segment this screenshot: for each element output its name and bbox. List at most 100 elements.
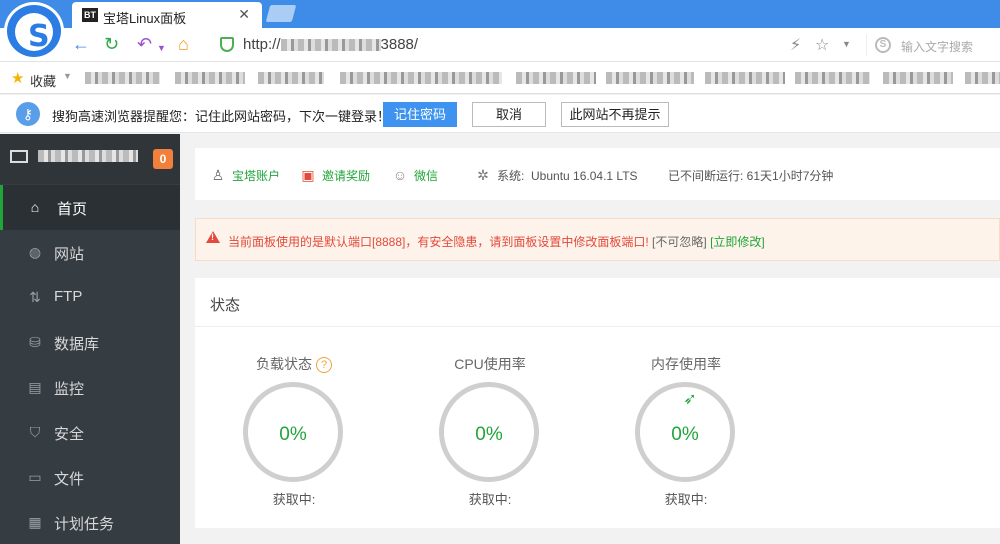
bookmark-item[interactable] [606, 72, 694, 84]
cancel-button[interactable]: 取消 [472, 102, 546, 127]
password-prompt-bar: ⚷ 搜狗高速浏览器提醒您：记住此网站密码，下次一键登录！ 记住密码 取消 此网站… [0, 95, 1000, 133]
url-field[interactable]: http:// 3888/ [243, 36, 418, 53]
monitor-icon: ▤ [28, 379, 42, 395]
info-bar: ♙ 宝塔账户 ▣ 邀请奖励 ☺ 微信 ✲ 系统: Ubuntu 16.04.1 LTS … [195, 148, 1000, 200]
bookmarks-label[interactable]: 收藏 [30, 71, 56, 90]
invite-link[interactable]: ▣ 邀请奖励 [300, 167, 370, 184]
sidebar-item-label: 网站 [54, 246, 85, 263]
port-warning-banner: ! 当前面板使用的是默认端口[8888]，有安全隐患，请到面板设置中修改面板端口… [195, 218, 1000, 261]
new-tab-button[interactable] [265, 5, 297, 22]
tab-title: 宝塔Linux面板 [103, 11, 187, 26]
home-icon[interactable]: ⌂ [178, 34, 189, 54]
bookmarks-bar: ★ 收藏 ▼ [0, 62, 1000, 94]
sidebar-item-monitor[interactable]: ▤ 监控 [0, 365, 180, 410]
sogou-browser-logo[interactable]: S [4, 2, 64, 60]
bookmark-item[interactable] [175, 72, 245, 84]
sidebar: 0 ⌂ 首页 ◍ 网站 ⇅ FTP ⛁ 数据库 ▤ 监控 ⛉ 安全 ▭ 文件 ▦… [0, 134, 180, 544]
gauge-value: 0% [475, 424, 503, 445]
bookmark-item[interactable] [965, 72, 1000, 84]
ftp-icon: ⇅ [29, 289, 41, 305]
sogou-search-icon: S [875, 37, 891, 53]
status-panel: 状态 负载状态? 0% 获取中: CPU使用率 0% 获取中: 内存使用率 ➶ … [195, 278, 1000, 528]
key-icon: ⚷ [16, 102, 40, 126]
sidebar-item-security[interactable]: ⛉ 安全 [0, 410, 180, 455]
warning-message: 当前面板使用的是默认端口[8888]，有安全隐患，请到面板设置中修改面板端口! … [228, 233, 765, 250]
sidebar-item-database[interactable]: ⛁ 数据库 [0, 320, 180, 365]
load-gauge: 负载状态? 0% 获取中: [224, 338, 364, 508]
lightning-icon[interactable]: ⚡ [790, 35, 801, 55]
sidebar-item-home[interactable]: ⌂ 首页 [0, 185, 180, 230]
gauge-value: 0% [671, 424, 699, 445]
favorite-star-icon[interactable]: ☆ [815, 35, 829, 55]
fix-port-link[interactable]: [立即修改] [710, 235, 765, 249]
bookmark-item[interactable] [340, 72, 502, 84]
gauge-value: 0% [279, 424, 307, 445]
search-placeholder: 输入文字搜索 [901, 40, 974, 54]
bookmark-item[interactable] [258, 72, 324, 84]
url-host-redacted [280, 39, 381, 52]
bookmark-item[interactable] [516, 72, 596, 84]
sidebar-item-label: 文件 [54, 471, 85, 488]
gauge-title: 负载状态? [224, 354, 364, 374]
gauge-ring[interactable]: 0% [243, 382, 343, 482]
cpu-gauge: CPU使用率 0% 获取中: [420, 338, 560, 508]
gauge-title: CPU使用率 [454, 356, 526, 372]
never-prompt-button[interactable]: 此网站不再提示 [561, 102, 669, 127]
shield-icon: ⛉ [29, 424, 41, 440]
sidebar-item-label: 监控 [54, 381, 85, 398]
bookmark-star-icon: ★ [11, 70, 25, 87]
sidebar-item-website[interactable]: ◍ 网站 [0, 230, 180, 275]
warning-ignore-tag: [不可忽略] [652, 235, 707, 249]
system-info: ✲ 系统: Ubuntu 16.04.1 LTS [475, 167, 637, 184]
browser-tab[interactable]: BT 宝塔Linux面板 ✕ [72, 2, 262, 28]
gauge-title: 内存使用率 [651, 356, 721, 372]
bookmark-item[interactable] [85, 72, 160, 84]
status-title: 状态 [210, 297, 241, 314]
gauge-status: 获取中: [664, 492, 708, 507]
gauge-status: 获取中: [468, 492, 512, 507]
wechat-link[interactable]: ☺ 微信 [392, 167, 438, 184]
rocket-icon[interactable]: ➶ [680, 390, 700, 410]
divider [195, 326, 1000, 327]
gauge-ring[interactable]: 0% [439, 382, 539, 482]
sidebar-item-label: 数据库 [54, 336, 100, 353]
warning-text: 当前面板使用的是默认端口[8888]，有安全隐患，请到面板设置中修改面板端口! [228, 235, 649, 249]
gauge-status: 获取中: [272, 492, 316, 507]
calendar-icon: ▦ [28, 514, 42, 530]
wechat-icon: ☺ [392, 167, 408, 183]
bookmark-item[interactable] [705, 72, 785, 84]
sidebar-header: 0 [0, 134, 180, 184]
uptime: 已不间断运行: 61天1小时7分钟 [668, 169, 834, 183]
main-content: ♙ 宝塔账户 ▣ 邀请奖励 ☺ 微信 ✲ 系统: Ubuntu 16.04.1 LTS … [180, 134, 1000, 544]
home-icon: ⌂ [30, 199, 40, 215]
server-monitor-icon [10, 150, 28, 163]
sidebar-item-ftp[interactable]: ⇅ FTP [0, 275, 180, 320]
bookmark-item[interactable] [883, 72, 953, 84]
remember-password-button[interactable]: 记住密码 [383, 102, 457, 127]
notification-badge[interactable]: 0 [153, 149, 173, 169]
refresh-icon[interactable]: ↻ [104, 34, 119, 54]
help-icon[interactable]: ? [316, 357, 332, 374]
database-icon: ⛁ [29, 334, 41, 350]
sidebar-item-label: 首页 [57, 201, 88, 218]
undo-dropdown-icon[interactable]: ▼ [157, 38, 166, 58]
bookmark-item[interactable] [795, 72, 870, 84]
url-prefix: http:// [243, 36, 281, 53]
account-link[interactable]: ♙ 宝塔账户 [210, 167, 280, 184]
bookmarks-dropdown-icon[interactable]: ▼ [63, 71, 72, 81]
address-bar: ← ↻ ↶ ▼ ⌂ http:// 3888/ ⚡ ☆ ▼ S 输入文字搜索 [0, 28, 1000, 62]
linux-icon: ✲ [477, 167, 489, 183]
server-hostname-redacted [38, 150, 138, 162]
invite-label: 邀请奖励 [322, 169, 371, 183]
tab-close-icon[interactable]: ✕ [238, 6, 250, 23]
bt-favicon-icon: BT [82, 8, 98, 22]
favorite-dropdown-icon[interactable]: ▼ [842, 39, 851, 49]
search-input[interactable]: S 输入文字搜索 [866, 34, 996, 56]
sidebar-item-files[interactable]: ▭ 文件 [0, 455, 180, 500]
url-suffix: 3888/ [380, 36, 419, 53]
undo-icon[interactable]: ↶ [137, 34, 152, 54]
gauge-ring[interactable]: ➶ 0% [635, 382, 735, 482]
back-arrow-icon[interactable]: ← [72, 34, 90, 54]
folder-icon: ▭ [28, 469, 42, 485]
sidebar-item-cron[interactable]: ▦ 计划任务 [0, 500, 180, 544]
